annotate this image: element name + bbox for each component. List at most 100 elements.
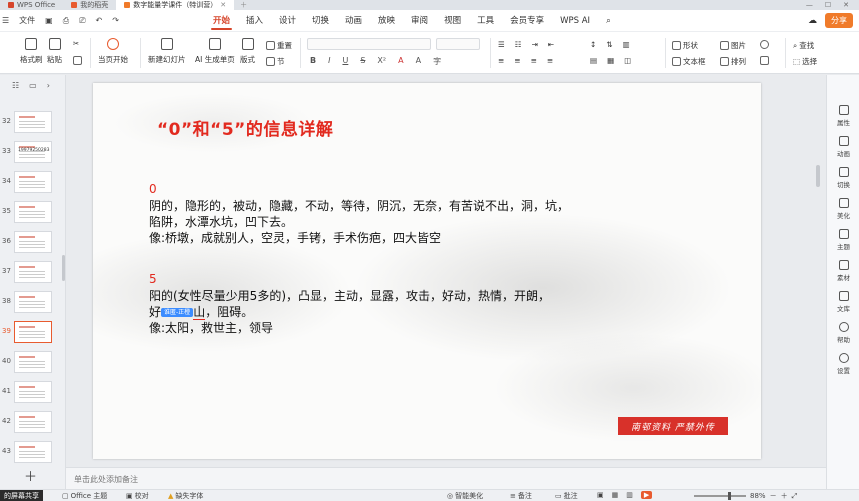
textbox-button[interactable]: 文本框 bbox=[672, 56, 706, 67]
tab-animations[interactable]: 动画 bbox=[337, 10, 370, 32]
arrange-button[interactable]: 排列 bbox=[720, 56, 746, 67]
shape-button[interactable]: 形状 bbox=[672, 40, 698, 51]
ai-single-page-button[interactable]: AI 生成单页 bbox=[195, 38, 235, 65]
section-0-number[interactable]: 0 bbox=[149, 182, 157, 196]
search-icon[interactable]: ⌕ bbox=[598, 10, 619, 32]
collapse-panel-icon[interactable]: › bbox=[47, 81, 50, 90]
line-spacing-icon[interactable]: ↕ bbox=[590, 40, 596, 49]
select-button[interactable]: ⬚ 选择 bbox=[793, 56, 817, 67]
cut-button[interactable]: ✂ bbox=[73, 39, 79, 48]
font-family-select[interactable] bbox=[307, 38, 431, 50]
comments-toggle[interactable]: ▭ 批注 bbox=[555, 491, 578, 501]
tab-document[interactable]: 数字能量学课件（特训营） ✕ bbox=[116, 0, 235, 10]
thumbnail-item[interactable]: 41 bbox=[0, 381, 66, 407]
export-icon[interactable]: ⎙ bbox=[63, 16, 69, 26]
outline-view-icon[interactable]: ☷ bbox=[12, 81, 19, 90]
highlight-icon[interactable]: A bbox=[416, 56, 421, 67]
zoom-slider[interactable] bbox=[694, 492, 746, 500]
reading-view-icon[interactable]: ▥ bbox=[626, 491, 633, 499]
tab-member[interactable]: 会员专享 bbox=[502, 10, 552, 32]
superscript-icon[interactable]: X² bbox=[377, 56, 386, 67]
layout-button[interactable]: 版式 bbox=[240, 38, 255, 65]
close-window-icon[interactable]: ✕ bbox=[843, 1, 849, 9]
thumbnail-item[interactable]: 43 bbox=[0, 441, 66, 467]
copy-button[interactable] bbox=[73, 56, 82, 65]
distribute-icon[interactable]: ▤ bbox=[590, 56, 597, 65]
bold-icon[interactable]: B bbox=[310, 56, 316, 67]
normal-view-icon[interactable]: ▣ bbox=[597, 491, 604, 499]
slide-thumbnail[interactable] bbox=[14, 111, 52, 133]
slide-thumbnail[interactable] bbox=[14, 231, 52, 253]
share-button[interactable]: 分享 bbox=[825, 13, 853, 28]
new-slide-button[interactable]: 新建幻灯片 bbox=[148, 38, 186, 65]
office-theme[interactable]: ▢ Office 主题 bbox=[62, 491, 107, 501]
start-from-current-button[interactable]: 当页开始 bbox=[98, 38, 128, 65]
align-left-icon[interactable]: ≡ bbox=[498, 56, 504, 65]
notes-input[interactable]: 单击此处添加备注 bbox=[66, 467, 826, 489]
properties-button[interactable]: 属性 bbox=[827, 105, 859, 127]
transition-button[interactable]: 切换 bbox=[827, 167, 859, 189]
thumbnail-item[interactable]: 35 bbox=[0, 201, 66, 227]
animation-button[interactable]: 动画 bbox=[827, 136, 859, 158]
thumbnail-item[interactable]: 37 bbox=[0, 261, 66, 287]
text-direction-icon[interactable]: ⇅ bbox=[606, 40, 612, 49]
thumbnail-item[interactable]: 36 bbox=[0, 231, 66, 257]
slide-thumbnail[interactable] bbox=[14, 291, 52, 313]
tab-home[interactable]: 开始 bbox=[205, 10, 238, 32]
tab-wps-ai[interactable]: WPS AI bbox=[552, 10, 598, 32]
minimize-icon[interactable]: — bbox=[806, 1, 813, 9]
new-tab-icon[interactable]: ＋ bbox=[234, 0, 253, 10]
file-menu[interactable]: 文件 bbox=[19, 15, 35, 26]
slide-thumbnail[interactable] bbox=[14, 351, 52, 373]
slide-thumbnail[interactable]: 19979250283 bbox=[14, 141, 52, 163]
fit-window-icon[interactable]: ⤢ bbox=[792, 492, 798, 501]
slide-thumbnail[interactable] bbox=[14, 261, 52, 283]
italic-icon[interactable]: I bbox=[328, 56, 330, 67]
proofread-button[interactable]: ▣ 校对 bbox=[126, 491, 149, 501]
tab-view[interactable]: 视图 bbox=[436, 10, 469, 32]
save-icon[interactable]: ▣ bbox=[45, 16, 53, 25]
find-button[interactable]: ⌕ 查找 bbox=[793, 40, 814, 51]
columns-icon[interactable]: ▥ bbox=[623, 40, 630, 49]
beautify-button[interactable]: 美化 bbox=[827, 198, 859, 220]
settings-button[interactable]: 设置 bbox=[827, 353, 859, 375]
thumbnail-view-icon[interactable]: ▭ bbox=[29, 81, 37, 90]
smartart-icon[interactable]: ◫ bbox=[624, 56, 631, 65]
outline-button[interactable] bbox=[760, 56, 769, 65]
font-size-select[interactable] bbox=[436, 38, 480, 50]
slide-39[interactable]: “0”和“5”的信息详解 0 阴的，隐形的，被动，隐藏，不动，等待，阴沉，无奈，… bbox=[93, 83, 761, 459]
tab-wps-office[interactable]: WPS Office bbox=[0, 0, 63, 10]
align-right-icon[interactable]: ≡ bbox=[531, 56, 537, 65]
tab-tools[interactable]: 工具 bbox=[469, 10, 502, 32]
slide-thumbnail[interactable] bbox=[14, 411, 52, 433]
section-0-text[interactable]: 阴的，隐形的，被动，隐藏，不动，等待，阴沉，无奈，有苦说不出，洞，坑， 陷阱，水… bbox=[149, 198, 619, 246]
thumbnail-item[interactable]: 42 bbox=[0, 411, 66, 437]
thumbnail-item[interactable]: 34 bbox=[0, 171, 66, 197]
add-slide-icon[interactable]: ＋ bbox=[24, 466, 37, 485]
print-icon[interactable]: ⎚ bbox=[79, 16, 85, 26]
reset-button[interactable]: 重置 bbox=[266, 40, 292, 51]
tab-insert[interactable]: 插入 bbox=[238, 10, 271, 32]
tab-design[interactable]: 设计 bbox=[271, 10, 304, 32]
zoom-level[interactable]: 88% bbox=[750, 492, 766, 500]
thumbnail-item[interactable]: 38 bbox=[0, 291, 66, 317]
theme-button[interactable]: 主题 bbox=[827, 229, 859, 251]
thumbnail-item[interactable]: 40 bbox=[0, 351, 66, 377]
library-button[interactable]: 文库 bbox=[827, 291, 859, 313]
fill-button[interactable] bbox=[760, 40, 769, 49]
slide-thumbnail[interactable] bbox=[14, 171, 52, 193]
picture-button[interactable]: 图片 bbox=[720, 40, 746, 51]
close-tab-icon[interactable]: ✕ bbox=[220, 1, 226, 9]
sorter-view-icon[interactable]: ▦ bbox=[612, 491, 619, 499]
zoom-in-icon[interactable]: ＋ bbox=[781, 491, 788, 501]
strikethrough-icon[interactable]: S bbox=[360, 56, 365, 67]
thumbnail-item-active[interactable]: 39 bbox=[0, 321, 66, 347]
paste-button[interactable]: 粘贴 bbox=[47, 38, 62, 65]
help-button[interactable]: 帮助 bbox=[827, 322, 859, 344]
hamburger-menu-icon[interactable]: ☰ bbox=[2, 16, 9, 25]
thumbnail-item[interactable]: 32 bbox=[0, 111, 66, 137]
slideshow-play-icon[interactable]: ▶ bbox=[640, 491, 653, 499]
undo-icon[interactable]: ↶ bbox=[96, 16, 103, 25]
slide-title[interactable]: “0”和“5”的信息详解 bbox=[157, 115, 333, 140]
char-spacing-icon[interactable]: 字 bbox=[433, 56, 441, 67]
